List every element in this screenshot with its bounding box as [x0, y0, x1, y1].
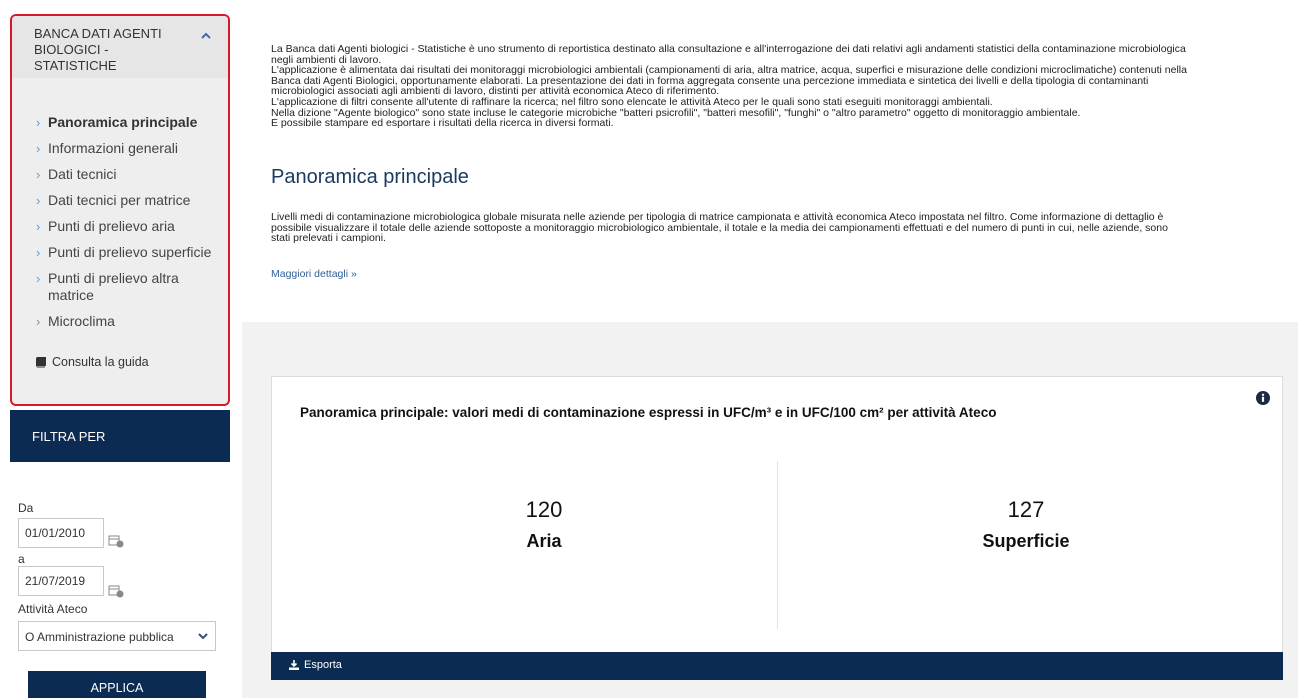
sidebar-item-label: Punti di prelievo altra matrice — [48, 270, 179, 303]
sidebar-item-label: Microclima — [48, 313, 115, 329]
stat-superficie: 127 Superficie — [876, 497, 1176, 552]
sidebar-item-punti-aria[interactable]: › Punti di prelievo aria — [12, 218, 228, 235]
sidebar-menu: BANCA DATI AGENTI BIOLOGICI - STATISTICH… — [10, 14, 230, 406]
sidebar-item-label: Dati tecnici per matrice — [48, 192, 191, 208]
chevron-right-icon: › — [36, 141, 41, 156]
from-date-label: Da — [18, 501, 34, 515]
chevron-down-icon — [198, 633, 208, 640]
description-line: possibile visualizzare il totale delle a… — [271, 222, 1168, 234]
sidebar-item-dati-tecnici-matrice[interactable]: › Dati tecnici per matrice — [12, 192, 228, 209]
sidebar: BANCA DATI AGENTI BIOLOGICI - STATISTICH… — [0, 0, 238, 698]
sidebar-item-label: Dati tecnici — [48, 166, 117, 182]
sidebar-item-label: Informazioni generali — [48, 140, 178, 156]
to-date-label: a — [18, 552, 25, 566]
guide-link[interactable]: Consulta la guida — [36, 355, 149, 369]
sidebar-nav: › Panoramica principale › Informazioni g… — [12, 114, 228, 330]
export-label: Esporta — [304, 659, 342, 671]
download-icon — [289, 660, 299, 670]
intro-line: È possibile stampare ed esportare i risu… — [271, 118, 614, 129]
calendar-icon[interactable] — [108, 584, 124, 598]
sidebar-item-label: Panoramica principale — [48, 114, 198, 130]
intro-line: microbiologici associati agli ambienti d… — [271, 86, 720, 97]
sidebar-item-punti-altra-matrice[interactable]: › Punti di prelievo altra matrice — [12, 270, 228, 304]
more-details-link[interactable]: Maggiori dettagli » — [271, 268, 357, 280]
chevron-right-icon: › — [36, 271, 41, 286]
sidebar-item-informazioni-generali[interactable]: › Informazioni generali — [12, 140, 228, 157]
card-footer: Esporta — [271, 652, 1283, 680]
intro-line: Nella dizione "Agente biologico" sono st… — [271, 107, 1081, 119]
book-icon — [36, 356, 46, 367]
stat-label: Superficie — [982, 531, 1070, 551]
chevron-right-icon: › — [36, 219, 41, 234]
guide-link-label: Consulta la guida — [52, 355, 149, 369]
sidebar-title: BANCA DATI AGENTI BIOLOGICI - STATISTICH… — [34, 26, 162, 73]
intro-line: L'applicazione è alimentata dai risultat… — [271, 65, 1187, 76]
intro-line: negli ambienti di lavoro. — [271, 54, 382, 66]
sidebar-item-dati-tecnici[interactable]: › Dati tecnici — [12, 166, 228, 183]
stat-label: Aria — [526, 531, 562, 551]
chevron-right-icon: › — [36, 115, 41, 130]
intro-line: L'applicazione di filtri consente all'ut… — [271, 96, 993, 108]
stat-aria: 120 Aria — [394, 497, 694, 552]
info-icon[interactable] — [1256, 391, 1270, 405]
calendar-icon[interactable] — [108, 534, 124, 548]
intro-text: La Banca dati Agenti biologici - Statist… — [271, 44, 1298, 129]
filter-header: FILTRA PER — [10, 410, 230, 462]
ateco-selected-value: O Amministrazione pubblica — [25, 630, 174, 644]
to-date-input[interactable]: 21/07/2019 — [18, 566, 104, 596]
description-line: stati prelevati i campioni. — [271, 233, 386, 244]
chevron-up-icon[interactable] — [200, 30, 212, 42]
section-description: Livelli medi di contaminazione microbiol… — [271, 212, 1298, 244]
sidebar-item-panoramica-principale[interactable]: › Panoramica principale — [12, 114, 228, 131]
stat-value: 120 — [525, 497, 563, 522]
chevron-right-icon: › — [36, 314, 41, 329]
sidebar-item-microclima[interactable]: › Microclima — [12, 313, 228, 330]
chevron-right-icon: › — [36, 245, 41, 260]
card-title: Panoramica principale: valori medi di co… — [300, 405, 997, 420]
stat-value: 127 — [1007, 497, 1045, 522]
intro-line: Banca dati Agenti Biologici, opportuname… — [271, 75, 1149, 87]
description-line: Livelli medi di contaminazione microbiol… — [271, 212, 1164, 223]
sidebar-item-label: Punti di prelievo superficie — [48, 244, 212, 260]
export-button[interactable]: Esporta — [289, 659, 342, 671]
sidebar-item-punti-superficie[interactable]: › Punti di prelievo superficie — [12, 244, 228, 261]
ateco-select[interactable]: O Amministrazione pubblica — [18, 621, 216, 651]
summary-card: Panoramica principale: valori medi di co… — [271, 376, 1283, 678]
from-date-input[interactable]: 01/01/2010 — [18, 518, 104, 548]
intro-line: La Banca dati Agenti biologici - Statist… — [271, 44, 1186, 55]
ateco-label: Attività Ateco — [18, 602, 88, 616]
chevron-right-icon: › — [36, 193, 41, 208]
page-title: Panoramica principale — [271, 166, 469, 188]
sidebar-item-label: Punti di prelievo aria — [48, 218, 175, 234]
card-divider — [777, 461, 778, 629]
apply-button[interactable]: APPLICA — [28, 671, 206, 698]
chevron-right-icon: › — [36, 167, 41, 182]
sidebar-menu-header[interactable]: BANCA DATI AGENTI BIOLOGICI - STATISTICH… — [12, 16, 228, 78]
